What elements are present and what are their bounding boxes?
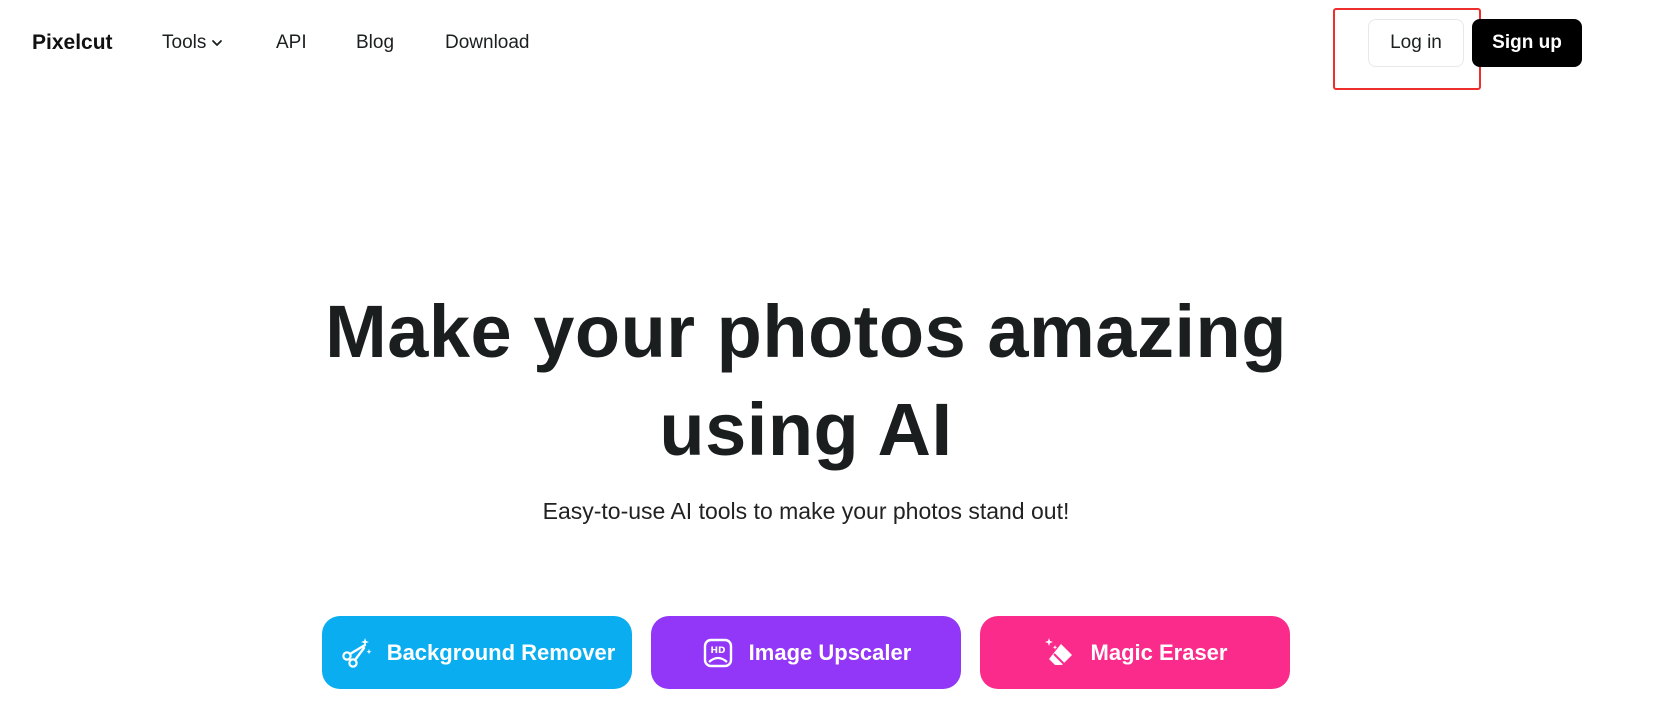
hd-image-icon: HD: [703, 638, 732, 667]
svg-text:HD: HD: [710, 646, 725, 656]
nav-tools-label: Tools: [162, 32, 207, 53]
scissors-sparkle-icon: [341, 637, 372, 668]
signup-button[interactable]: Sign up: [1472, 19, 1582, 67]
nav-download-link[interactable]: Download: [445, 29, 530, 57]
chevron-down-icon: [212, 40, 223, 46]
hero-title-line-2: using AI: [659, 388, 953, 471]
hero-title: Make your photos amazing using AI: [0, 283, 1612, 479]
magic-eraser-button[interactable]: Magic Eraser: [980, 616, 1290, 689]
logo[interactable]: Pixelcut: [32, 29, 113, 57]
login-button[interactable]: Log in: [1368, 19, 1464, 67]
page: Pixelcut Tools API Blog Download Log in …: [0, 0, 1672, 708]
image-upscaler-button[interactable]: HD Image Upscaler: [651, 616, 961, 689]
hero-subtitle: Easy-to-use AI tools to make your photos…: [542, 498, 1070, 524]
hero-title-line-1: Make your photos amazing: [325, 290, 1287, 373]
background-remover-label: Background Remover: [386, 639, 616, 665]
eraser-sparkle-icon: [1044, 637, 1072, 665]
nav-api-link[interactable]: API: [276, 29, 307, 57]
magic-eraser-label: Magic Eraser: [1090, 639, 1228, 665]
nav-tools-dropdown[interactable]: Tools: [162, 29, 224, 57]
background-remover-button[interactable]: Background Remover: [322, 616, 632, 689]
image-upscaler-label: Image Upscaler: [748, 639, 912, 665]
nav-blog-link[interactable]: Blog: [356, 29, 394, 57]
